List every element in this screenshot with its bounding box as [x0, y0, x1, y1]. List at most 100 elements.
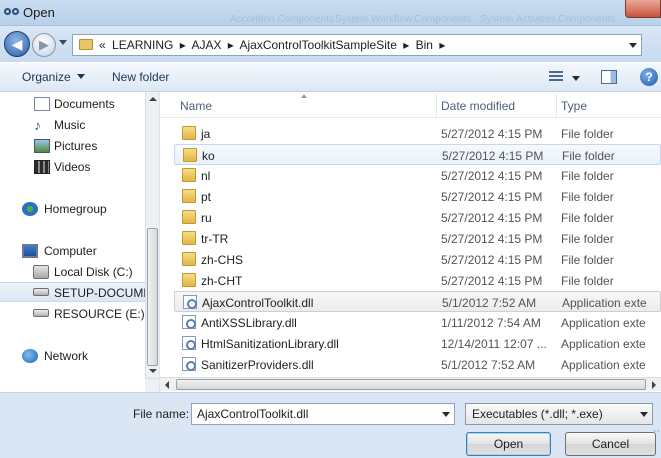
- file-name-input[interactable]: AjaxControlToolkit.dll: [191, 403, 455, 425]
- view-options-dropdown[interactable]: [572, 76, 580, 81]
- breadcrumb-item[interactable]: AJAX: [191, 38, 221, 52]
- file-name: zh-CHT: [201, 274, 243, 288]
- nav-item-label: Computer: [44, 244, 97, 258]
- breadcrumb-item[interactable]: Bin: [416, 38, 433, 52]
- list-item[interactable]: HtmlSanitizationLibrary.dll 12/14/2011 1…: [174, 333, 661, 354]
- nav-item-network[interactable]: Network: [0, 346, 145, 366]
- column-type[interactable]: Type: [561, 99, 587, 113]
- breadcrumb-overflow[interactable]: «: [99, 38, 106, 52]
- drive-icon: [33, 288, 49, 296]
- help-icon[interactable]: ?: [640, 68, 658, 86]
- file-type: File folder: [561, 211, 614, 225]
- resize-grip-icon[interactable]: ⋯: [653, 426, 661, 437]
- preview-pane-icon[interactable]: [601, 70, 617, 84]
- nav-item-pictures[interactable]: Pictures: [0, 136, 145, 156]
- dll-file-icon: [182, 315, 196, 329]
- breadcrumb-item[interactable]: AjaxControlToolkitSampleSite: [240, 38, 397, 52]
- list-item[interactable]: AntiXSSLibrary.dll 1/11/2012 7:54 AM App…: [174, 312, 661, 333]
- file-name: ko: [202, 149, 215, 163]
- file-name: nl: [201, 169, 211, 183]
- file-list-horizontal-scrollbar[interactable]: [160, 377, 661, 391]
- nav-item-music[interactable]: ♪ Music: [0, 115, 145, 135]
- list-item[interactable]: tr-TR 5/27/2012 4:15 PM File folder: [174, 228, 661, 249]
- forward-button[interactable]: ▶: [32, 33, 56, 57]
- scrollbar-corner: [145, 378, 159, 392]
- list-item[interactable]: ko 5/27/2012 4:15 PM File folder: [174, 144, 661, 165]
- file-type: Application exte: [561, 358, 646, 372]
- new-folder-label: New folder: [112, 70, 170, 84]
- dll-file-icon: [182, 336, 196, 350]
- file-type-select[interactable]: Executables (*.dll; *.exe): [465, 403, 653, 425]
- address-row: ◀ ▶ « LEARNING ▸ AJAX ▸ AjaxControlToolk…: [0, 26, 661, 62]
- file-name: tr-TR: [201, 232, 229, 246]
- file-date: 5/27/2012 4:15 PM: [441, 232, 543, 246]
- nav-item-label: Pictures: [54, 139, 98, 153]
- scroll-left-icon[interactable]: [165, 381, 169, 389]
- new-folder-button[interactable]: New folder: [112, 70, 169, 84]
- open-button[interactable]: Open: [466, 432, 551, 456]
- file-type: File folder: [562, 149, 615, 163]
- breadcrumb-separator[interactable]: ▸: [228, 38, 234, 52]
- file-date: 5/27/2012 4:15 PM: [441, 211, 543, 225]
- drive-icon: [33, 265, 49, 279]
- chevron-down-icon[interactable]: [640, 412, 648, 417]
- breadcrumb-separator[interactable]: ▸: [439, 38, 445, 52]
- nav-item-setup-docume[interactable]: SETUP-DOCUME: [0, 282, 151, 302]
- dialog-footer: File name: AjaxControlToolkit.dll Execut…: [0, 392, 661, 458]
- scroll-thumb[interactable]: [147, 228, 158, 366]
- scroll-up-icon[interactable]: [149, 97, 157, 101]
- file-type: File folder: [561, 169, 614, 183]
- nav-item-local-disk[interactable]: Local Disk (C:): [0, 262, 145, 282]
- folder-icon: [182, 189, 196, 203]
- file-date: 5/1/2012 7:52 AM: [442, 296, 537, 310]
- documents-icon: [34, 97, 50, 111]
- list-item[interactable]: SanitizerProviders.dll 5/1/2012 7:52 AM …: [174, 354, 661, 375]
- column-name[interactable]: Name: [180, 99, 212, 113]
- breadcrumb-separator[interactable]: ▸: [403, 38, 409, 52]
- back-button[interactable]: ◀: [4, 31, 30, 57]
- file-name: ja: [201, 127, 211, 141]
- nav-item-homegroup[interactable]: Homegroup: [0, 199, 145, 219]
- organize-button[interactable]: Organize: [22, 70, 85, 84]
- recent-pages-dropdown[interactable]: [59, 40, 67, 45]
- scroll-down-icon[interactable]: [149, 369, 157, 373]
- column-date-modified[interactable]: Date modified: [441, 99, 515, 113]
- change-view-icon[interactable]: [549, 71, 563, 83]
- nav-item-computer[interactable]: Computer: [0, 241, 145, 261]
- nav-item-resource[interactable]: RESOURCE (E:): [0, 304, 145, 324]
- scroll-thumb[interactable]: [176, 379, 646, 390]
- file-name-dropdown[interactable]: [442, 412, 450, 417]
- computer-icon: [22, 244, 38, 258]
- nav-item-videos[interactable]: Videos: [0, 157, 145, 177]
- list-item[interactable]: ru 5/27/2012 4:15 PM File folder: [174, 207, 661, 228]
- file-type: Application exte: [561, 316, 646, 330]
- chevron-down-icon: [76, 74, 85, 79]
- forward-arrow-icon: ▶: [39, 37, 49, 52]
- address-dropdown[interactable]: [629, 43, 637, 48]
- nav-item-label: Music: [54, 118, 86, 132]
- breadcrumb-item[interactable]: LEARNING: [112, 38, 173, 52]
- nav-item-label: Documents: [54, 97, 115, 111]
- scroll-right-icon[interactable]: [652, 381, 656, 389]
- nav-vertical-scrollbar[interactable]: [145, 92, 159, 378]
- file-name-label: File name:: [133, 407, 190, 421]
- list-item[interactable]: zh-CHS 5/27/2012 4:15 PM File folder: [174, 249, 661, 270]
- address-bar[interactable]: « LEARNING ▸ AJAX ▸ AjaxControlToolkitSa…: [72, 34, 642, 56]
- file-type: Application exte: [561, 337, 646, 351]
- list-item[interactable]: ja 5/27/2012 4:15 PM File folder: [174, 123, 661, 144]
- list-item[interactable]: pt 5/27/2012 4:15 PM File folder: [174, 186, 661, 207]
- folder-icon: [182, 231, 196, 245]
- file-type: File folder: [561, 127, 614, 141]
- cancel-button[interactable]: Cancel: [565, 432, 656, 456]
- list-item[interactable]: nl 5/27/2012 4:15 PM File folder: [174, 165, 661, 186]
- list-item[interactable]: zh-CHT 5/27/2012 4:15 PM File folder: [174, 270, 661, 291]
- file-name: AjaxControlToolkit.dll: [202, 296, 314, 310]
- nav-item-documents[interactable]: Documents: [0, 94, 145, 114]
- breadcrumb-separator[interactable]: ▸: [180, 38, 186, 52]
- list-item[interactable]: AjaxControlToolkit.dll 5/1/2012 7:52 AM …: [174, 291, 661, 312]
- folder-icon: [182, 252, 196, 266]
- close-button[interactable]: [625, 0, 661, 18]
- back-arrow-icon: ◀: [11, 36, 23, 52]
- file-name: zh-CHS: [201, 253, 244, 267]
- file-type: File folder: [561, 253, 614, 267]
